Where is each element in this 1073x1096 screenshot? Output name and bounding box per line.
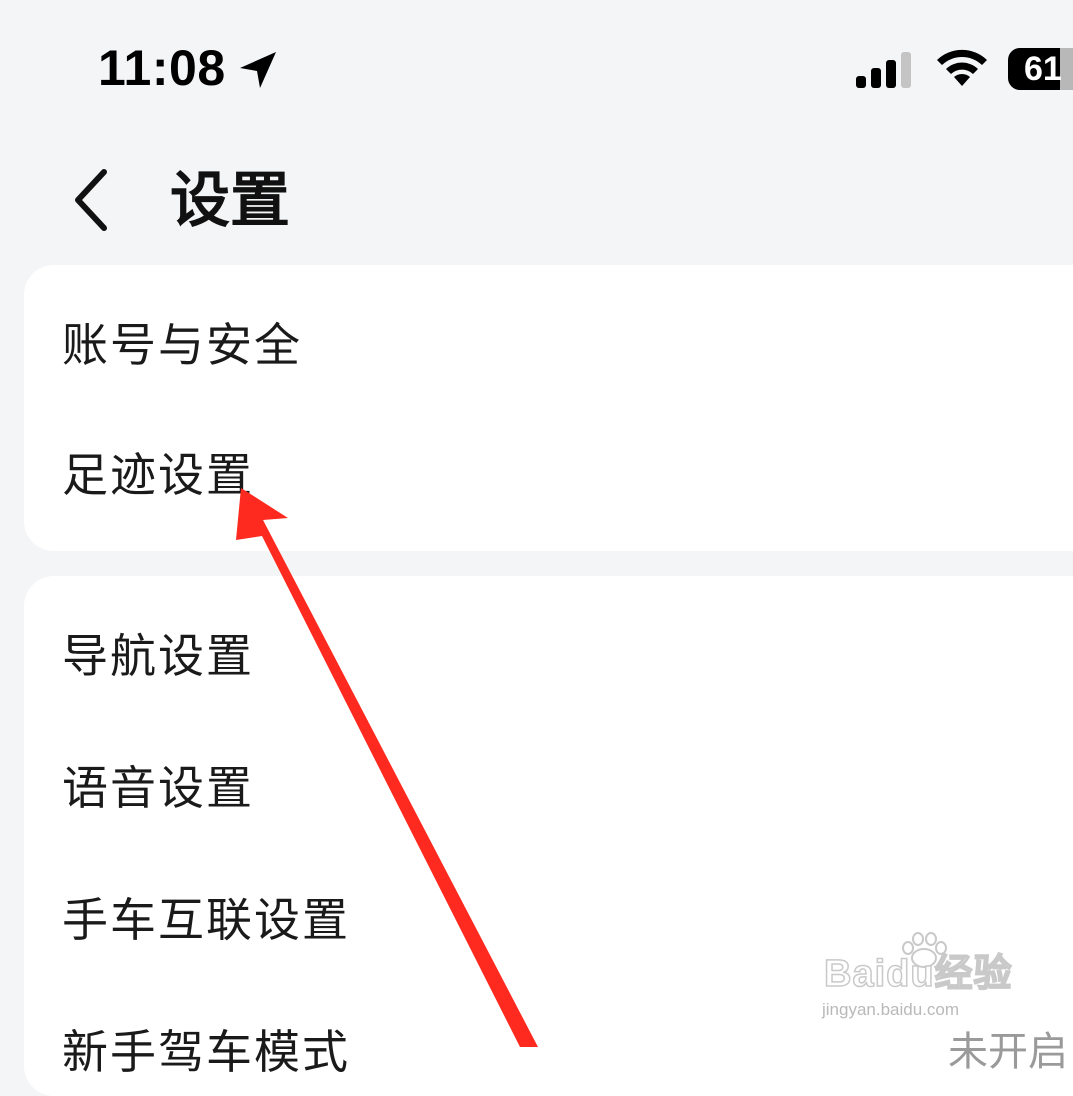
wifi-icon — [937, 49, 987, 86]
location-arrow-icon — [240, 52, 276, 88]
settings-item-account-security[interactable]: 账号与安全 — [62, 315, 302, 375]
novice-driving-status: 未开启 — [948, 1029, 1068, 1075]
cellular-signal-icon — [856, 52, 911, 88]
battery-icon: 61 — [1008, 48, 1073, 90]
settings-item-footprint[interactable]: 足迹设置 — [62, 445, 254, 505]
status-bar: 11:08 61 — [0, 0, 1073, 140]
battery-level: 61 — [1024, 50, 1062, 88]
settings-item-navigation[interactable]: 导航设置 — [62, 626, 254, 686]
status-time: 11:08 — [98, 40, 226, 96]
watermark-url: jingyan.baidu.com — [822, 1000, 960, 1019]
chevron-left-icon[interactable] — [60, 160, 120, 240]
page-title: 设置 — [170, 166, 290, 236]
settings-group-account: 账号与安全 足迹设置 — [24, 265, 1073, 551]
settings-item-novice-driving[interactable]: 新手驾车模式 — [62, 1022, 350, 1082]
baidu-watermark: Baidu经验 jingyan.baidu.com — [820, 930, 1020, 1030]
settings-item-phone-car-link[interactable]: 手车互联设置 — [62, 890, 350, 950]
settings-item-voice[interactable]: 语音设置 — [62, 758, 254, 818]
watermark-brand: Baidu经验 — [823, 952, 1013, 996]
